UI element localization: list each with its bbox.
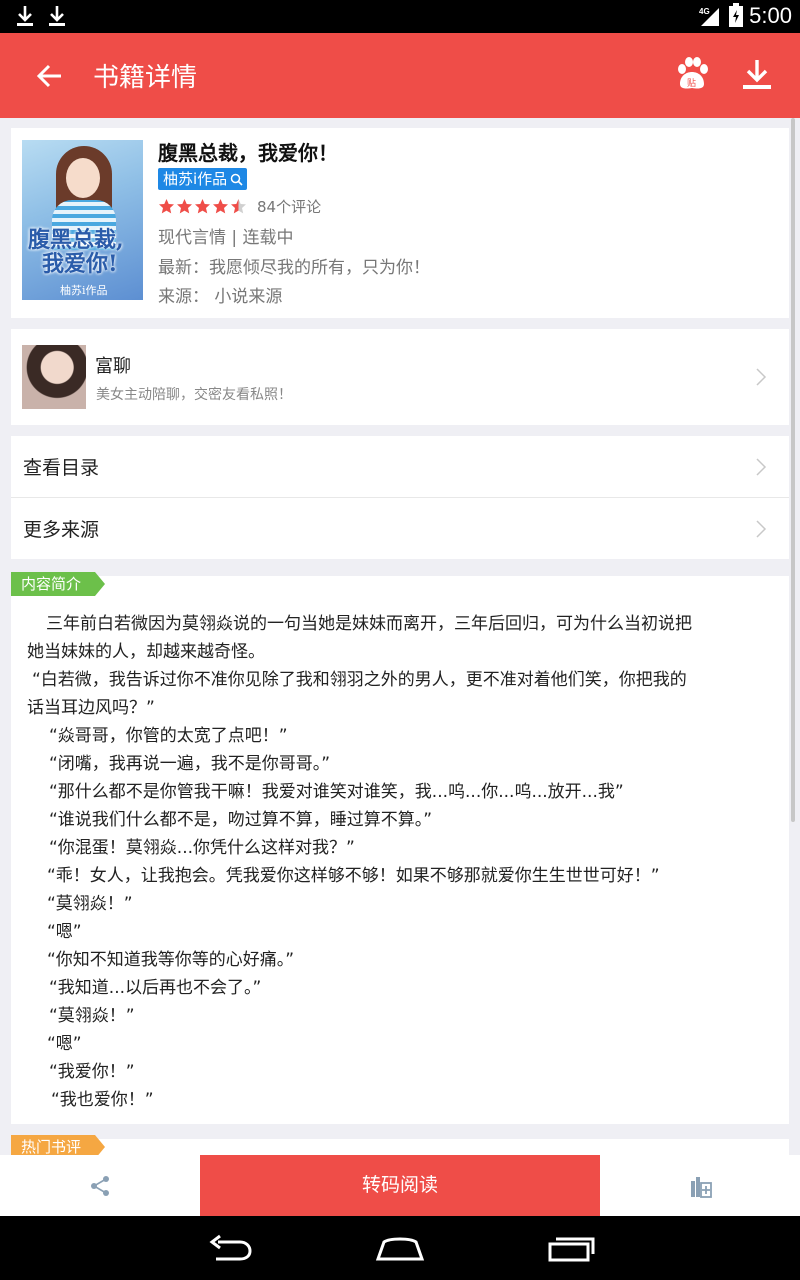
synopsis-card: 内容简介 三年前白若微因为莫翎焱说的一句当她是妹妹而离开，三年后回归，可为什么当… (11, 572, 789, 1124)
clock: 5:00 (749, 3, 792, 28)
synopsis-line: 她当妹妹的人，却越来越奇怪。 (27, 642, 265, 662)
synopsis-line: “莫翎焱！” (47, 894, 133, 914)
synopsis-line: “你知不知道我等你等的心好痛。” (47, 950, 295, 970)
download-notification-icon (17, 6, 33, 26)
synopsis-line: “我爱你！” (49, 1062, 135, 1082)
book-title: 腹黑总裁，我爱你！ (158, 141, 338, 165)
download-notification-icon (49, 6, 65, 26)
ad-subtitle: 美女主动陪聊，交密友看私照！ (96, 387, 292, 403)
synopsis-line: 三年前白若微因为莫翎焱说的一句当她是妹妹而离开，三年后回归，可为什么当初说把 (46, 614, 692, 634)
add-to-shelf-icon[interactable] (688, 1173, 714, 1199)
star-icon (177, 199, 192, 214)
rating: 84个评论 (158, 196, 321, 217)
synopsis-line: “莫翎焱！” (49, 1006, 135, 1026)
cover-title: 腹黑总裁, 我爱你! (28, 227, 124, 277)
book-menu: 查看目录 更多来源 (11, 436, 789, 559)
synopsis-line: “乖！女人，让我抱会。凭我爱你这样够不够！如果不够那就爱你生生世世可好！” (47, 866, 660, 886)
ad-avatar (22, 345, 86, 409)
svg-text:4G: 4G (699, 7, 710, 16)
latest-chapter: 最新：我愿倾尽我的所有，只为你！ (158, 258, 430, 278)
chevron-right-icon (756, 458, 767, 476)
category-status: 现代言情 | 连载中 (158, 228, 294, 248)
synopsis-line: “白若微，我告诉过你不准你见除了我和翎羽之外的男人，更不准对着他们笑，你把我的 (32, 670, 687, 690)
synopsis-line: “你混蛋！莫翎焱...你凭什么这样对我？” (49, 838, 355, 858)
star-icon (213, 199, 228, 214)
synopsis-line: “谁说我们什么都不是，吻过算不算，睡过算不算。” (49, 810, 433, 830)
back-nav-icon[interactable] (206, 1232, 254, 1264)
arrow-left-icon[interactable] (34, 60, 66, 92)
svg-text:贴: 贴 (687, 77, 696, 89)
review-count: 84个评论 (257, 198, 322, 216)
system-nav-bar (0, 1216, 800, 1280)
chevron-right-icon (756, 520, 767, 538)
synopsis-line: “嗯” (47, 922, 82, 942)
star-icon (231, 199, 246, 214)
synopsis-line: “我知道...以后再也不会了。” (49, 978, 262, 998)
book-source: 来源： 小说来源 (158, 287, 283, 307)
synopsis-tag: 内容简介 (11, 572, 106, 596)
book-info-card: 腹黑总裁, 我爱你! 柚苏i作品 腹黑总裁，我爱你！ 柚苏i作品 84个评论 现… (11, 128, 789, 318)
download-icon[interactable] (740, 57, 774, 93)
search-icon (230, 173, 243, 186)
menu-item-label: 更多来源 (23, 519, 100, 541)
synopsis-line: 话当耳边风吗？” (27, 698, 155, 718)
chevron-right-icon (756, 368, 767, 386)
book-cover[interactable]: 腹黑总裁, 我爱你! 柚苏i作品 (22, 140, 143, 300)
share-icon[interactable] (88, 1174, 112, 1198)
star-rating (158, 198, 247, 215)
battery-icon (729, 3, 743, 27)
author-name: 柚苏i作品 (163, 170, 228, 188)
paw-icon[interactable]: 贴 (674, 56, 710, 92)
synopsis-line: “焱哥哥，你管的太宽了点吧！” (49, 726, 288, 746)
synopsis-line: “嗯” (47, 1034, 82, 1054)
menu-item-more-sources[interactable]: 更多来源 (11, 498, 789, 559)
menu-item-catalog[interactable]: 查看目录 (11, 436, 789, 497)
ad-banner[interactable]: 富聊 美女主动陪聊，交密友看私照！ (11, 329, 789, 425)
signal-icon: 4G (699, 7, 719, 26)
menu-item-label: 查看目录 (23, 457, 100, 479)
status-bar: 4G 5:00 (0, 0, 800, 33)
author-badge[interactable]: 柚苏i作品 (158, 168, 248, 190)
star-icon (195, 199, 210, 214)
page-title: 书籍详情 (93, 63, 198, 93)
synopsis-line: “我也爱你！” (51, 1090, 154, 1110)
ad-title: 富聊 (95, 356, 131, 377)
star-icon (159, 199, 174, 214)
synopsis-line: “那什么都不是你管我干嘛！我爱对谁笑对谁笑，我...呜...你...呜...放开… (49, 782, 624, 802)
app-bar: 书籍详情 贴 (0, 33, 800, 118)
bottom-toolbar: 转码阅读 (0, 1155, 800, 1216)
transcode-read-button[interactable]: 转码阅读 (200, 1155, 600, 1216)
home-nav-icon[interactable] (374, 1232, 426, 1264)
synopsis-line: “闭嘴，我再说一遍，我不是你哥哥。” (49, 754, 331, 774)
recents-nav-icon[interactable] (546, 1232, 596, 1264)
cover-author: 柚苏i作品 (60, 284, 108, 297)
scrollbar[interactable] (791, 118, 795, 822)
